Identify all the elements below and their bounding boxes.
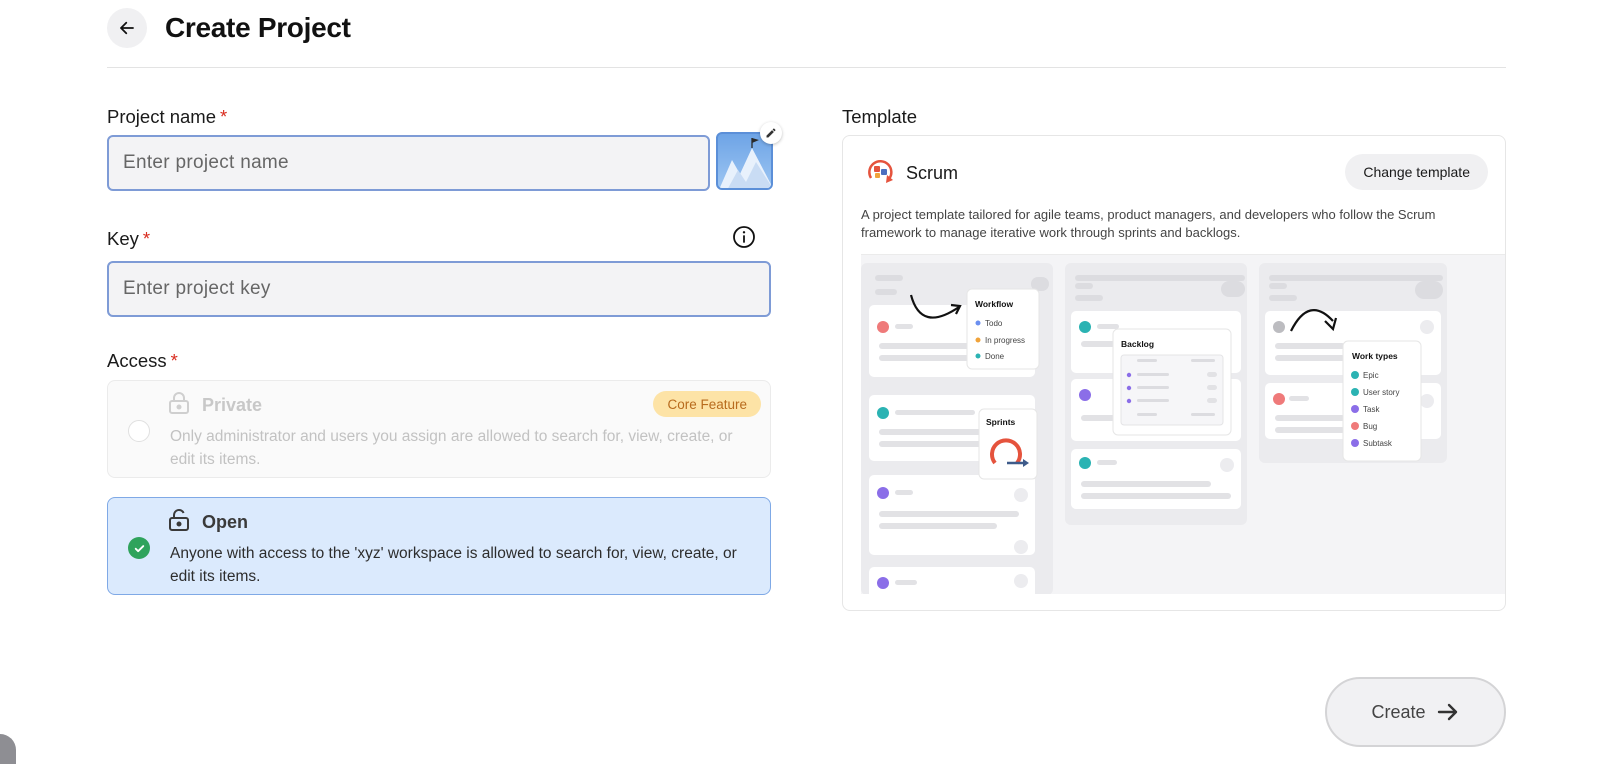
key-label-text: Key <box>107 228 139 249</box>
access-option-description: Anyone with access to the 'xyz' workspac… <box>170 545 737 585</box>
required-mark: * <box>220 106 228 127</box>
work-type-item: Epic <box>1363 371 1379 380</box>
pencil-icon <box>766 128 776 138</box>
access-label: Access * <box>107 350 178 372</box>
lock-icon <box>169 392 189 414</box>
edit-avatar-button[interactable] <box>760 122 782 144</box>
key-label: Key * <box>107 228 150 250</box>
backlog-title: Backlog <box>1121 339 1154 349</box>
window-corner <box>0 734 16 764</box>
sprints-title: Sprints <box>986 417 1016 427</box>
workflow-item: Todo <box>985 319 1003 328</box>
project-key-input[interactable] <box>107 261 771 317</box>
work-types-title: Work types <box>1352 351 1398 361</box>
access-option-description: Only administrator and users you assign … <box>170 428 733 468</box>
template-card: Scrum Change template A project template… <box>842 135 1506 611</box>
template-description: A project template tailored for agile te… <box>861 207 1436 240</box>
access-option-title: Private <box>202 395 263 415</box>
access-option-open[interactable]: Open Anyone with access to the 'xyz' wor… <box>107 497 771 595</box>
workflow-item: Done <box>985 352 1005 361</box>
arrow-right-icon <box>1437 703 1457 721</box>
scrum-icon <box>868 159 893 183</box>
access-label-text: Access <box>107 350 167 371</box>
unlock-icon <box>169 509 189 531</box>
required-mark: * <box>142 228 151 249</box>
info-icon[interactable] <box>732 225 756 249</box>
template-label: Template <box>842 106 918 127</box>
radio-selected[interactable] <box>128 537 150 559</box>
page-title: Create Project <box>165 12 351 43</box>
access-option-private[interactable]: Private Core Feature Only administrator … <box>107 380 771 478</box>
back-button[interactable] <box>107 8 147 48</box>
template-name: Scrum <box>906 163 959 183</box>
template-preview: Workflow Todo In progress Done Sprints B… <box>861 254 1505 594</box>
radio-unselected[interactable] <box>128 420 150 442</box>
work-type-item: Subtask <box>1363 439 1393 448</box>
create-button-label: Create <box>1371 701 1426 722</box>
template-preview-illustration: Workflow Todo In progress Done Sprints B… <box>861 263 1447 594</box>
create-button[interactable]: Create <box>1325 677 1506 747</box>
change-template-button[interactable]: Change template <box>1345 154 1488 190</box>
work-type-item: Bug <box>1363 422 1377 431</box>
project-name-input[interactable] <box>107 135 710 191</box>
arrow-left-icon <box>120 21 134 35</box>
project-name-label-text: Project name <box>107 106 216 127</box>
workflow-item: In progress <box>985 336 1025 345</box>
work-type-item: User story <box>1363 388 1399 397</box>
core-feature-badge: Core Feature <box>653 391 761 417</box>
check-icon <box>134 544 144 552</box>
required-mark: * <box>170 350 178 371</box>
access-option-title: Open <box>202 512 249 532</box>
work-type-item: Task <box>1363 405 1380 414</box>
page-header: Create Project <box>107 8 1506 68</box>
project-name-label: Project name * <box>107 106 227 128</box>
workflow-title: Workflow <box>975 299 1013 309</box>
